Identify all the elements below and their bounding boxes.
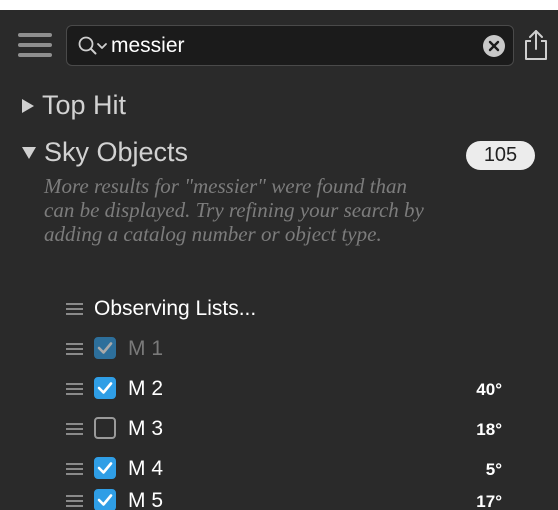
search-input[interactable]	[111, 30, 471, 62]
drag-handle-icon[interactable]	[66, 383, 83, 396]
search-icon[interactable]	[77, 35, 109, 57]
list-item[interactable]: M 4 5°	[0, 454, 558, 488]
share-icon[interactable]	[522, 28, 550, 62]
section-title-top-hit: Top Hit	[42, 90, 127, 120]
checkmark-icon	[97, 382, 113, 394]
object-name: M 3	[128, 417, 164, 440]
checkbox[interactable]	[94, 457, 116, 479]
clear-x-icon	[488, 40, 500, 52]
section-sky-objects[interactable]: Sky Objects	[22, 137, 188, 168]
clear-search-button[interactable]	[483, 35, 505, 57]
observing-lists-row[interactable]: Observing Lists...	[0, 294, 558, 328]
list-item[interactable]: M 1	[0, 334, 558, 368]
checkmark-icon	[97, 462, 113, 474]
altitude-value: 17°	[476, 492, 502, 510]
hamburger-icon[interactable]	[18, 32, 52, 58]
observing-lists-label: Observing Lists...	[94, 297, 257, 320]
drag-handle-icon[interactable]	[66, 495, 83, 508]
search-field[interactable]	[66, 25, 514, 66]
object-name: M 4	[128, 457, 164, 480]
drag-handle-icon[interactable]	[66, 463, 83, 476]
checkmark-icon	[97, 494, 113, 506]
checkmark-icon	[97, 342, 113, 354]
result-count-badge: 105	[466, 141, 535, 170]
checkbox[interactable]	[94, 337, 116, 359]
results-note: More results for "messier" were found th…	[44, 174, 424, 246]
object-name: M 1	[128, 337, 164, 360]
section-title-sky-objects: Sky Objects	[44, 137, 189, 167]
drag-handle-icon[interactable]	[66, 423, 83, 436]
checkbox[interactable]	[94, 417, 116, 439]
list-item[interactable]: M 5 17°	[0, 486, 558, 510]
altitude-value: 18°	[476, 420, 502, 439]
drag-handle-icon[interactable]	[66, 303, 83, 316]
section-top-hit[interactable]: Top Hit	[22, 90, 126, 121]
object-name: M 5	[128, 489, 164, 510]
checkbox[interactable]	[94, 377, 116, 399]
disclosure-collapsed-icon	[22, 98, 34, 113]
altitude-value: 40°	[476, 380, 502, 399]
list-item[interactable]: M 3 18°	[0, 414, 558, 448]
checkbox[interactable]	[94, 489, 116, 510]
search-panel: Top Hit Sky Objects 105 More results for…	[0, 10, 558, 510]
top-bar	[0, 10, 558, 84]
drag-handle-icon[interactable]	[66, 343, 83, 356]
disclosure-expanded-icon	[22, 146, 36, 159]
object-name: M 2	[128, 377, 164, 400]
list-item[interactable]: M 2 40°	[0, 374, 558, 408]
altitude-value: 5°	[485, 460, 502, 479]
